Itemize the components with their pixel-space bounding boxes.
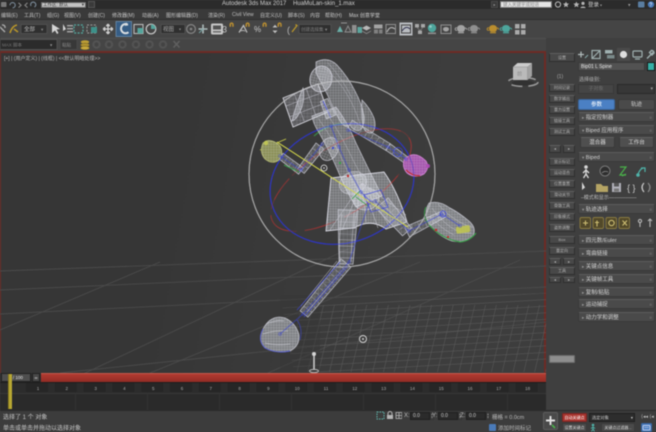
svg-text:MAX 脚本: MAX 脚本 <box>2 42 23 49</box>
svg-text:%: % <box>254 25 261 34</box>
svg-text:.: . <box>596 427 597 432</box>
svg-text:{ }: { } <box>627 183 636 193</box>
svg-text:创建选择集: 创建选择集 <box>301 26 324 33</box>
svg-text:?: ? <box>649 3 652 9</box>
svg-text:18: 18 <box>525 386 531 391</box>
svg-text:15: 15 <box>439 386 445 391</box>
svg-text:14: 14 <box>410 386 416 391</box>
svg-text:10: 10 <box>295 386 301 391</box>
svg-text:3: 3 <box>222 25 227 35</box>
svg-text:11: 11 <box>324 386 329 391</box>
svg-text:视图: 视图 <box>163 25 175 33</box>
svg-text:▾: ▾ <box>179 27 181 32</box>
svg-text:登录: 登录 <box>588 1 600 9</box>
svg-text:(: ( <box>287 25 290 35</box>
svg-text:▾: ▾ <box>628 2 631 8</box>
svg-text:▾: ▾ <box>600 2 602 7</box>
svg-text:粘贴: 粘贴 <box>62 42 71 49</box>
svg-text:13: 13 <box>381 386 387 391</box>
svg-text:全部: 全部 <box>24 25 36 33</box>
svg-text:12: 12 <box>352 386 358 391</box>
svg-text:前: 前 <box>517 71 522 78</box>
svg-text:16: 16 <box>467 386 473 391</box>
svg-text:17: 17 <box>496 386 502 391</box>
